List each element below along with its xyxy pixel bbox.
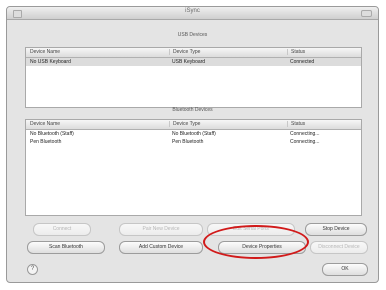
- usb-row-status: Connected: [290, 59, 315, 65]
- usb-device-table[interactable]: Device Name Device Type Status No USB Ke…: [25, 47, 362, 108]
- bt-row-name: Pen Bluetooth: [30, 139, 62, 145]
- help-icon[interactable]: ?: [27, 264, 38, 275]
- title-bar[interactable]: iSync: [7, 7, 378, 20]
- usb-row-name: No USB Keyboard: [30, 59, 71, 65]
- toolbar-toggle-icon[interactable]: [361, 10, 372, 17]
- bt-row-name: No Bluetooth (Staff): [30, 131, 74, 137]
- bt-row-type: Pen Bluetooth: [172, 139, 204, 145]
- table-row[interactable]: No USB Keyboard USB Keyboard Connected: [26, 58, 361, 66]
- table-row[interactable]: No Bluetooth (Staff) No Bluetooth (Staff…: [26, 130, 361, 138]
- bt-row-status: Connecting...: [290, 139, 320, 145]
- bt-header-name[interactable]: Device Name: [30, 121, 60, 127]
- add-custom-device-button[interactable]: Add Custom Device: [119, 241, 203, 254]
- bt-header-status[interactable]: Status: [287, 121, 305, 127]
- ok-button[interactable]: OK: [322, 263, 368, 276]
- device-window: iSync USB Devices Device Name Device Typ…: [6, 6, 379, 283]
- window-title: iSync: [185, 8, 200, 14]
- bluetooth-device-table[interactable]: Device Name Device Type Status No Blueto…: [25, 119, 362, 216]
- table-row[interactable]: Pen Bluetooth Pen Bluetooth Connecting..…: [26, 138, 361, 146]
- bluetooth-section-title: Bluetooth Devices: [172, 107, 213, 113]
- connect-button[interactable]: Connect: [33, 223, 91, 236]
- usb-header-status[interactable]: Status: [287, 49, 305, 55]
- bluetooth-table-header: Device Name Device Type Status: [26, 120, 361, 130]
- stop-device-button[interactable]: Stop Device: [305, 223, 367, 236]
- pair-device-button[interactable]: Pair New Device: [119, 223, 203, 236]
- usb-section-title: USB Devices: [177, 32, 208, 38]
- usb-header-type[interactable]: Device Type: [169, 49, 200, 55]
- highlight-circle: [203, 225, 309, 259]
- usb-header-name[interactable]: Device Name: [30, 49, 60, 55]
- disconnect-device-button[interactable]: Disconnect Device: [310, 241, 368, 254]
- bt-row-status: Connecting...: [290, 131, 320, 137]
- usb-table-header: Device Name Device Type Status: [26, 48, 361, 58]
- bt-header-type[interactable]: Device Type: [169, 121, 200, 127]
- bt-row-type: No Bluetooth (Staff): [172, 131, 216, 137]
- scan-bluetooth-button[interactable]: Scan Bluetooth: [27, 241, 105, 254]
- usb-row-type: USB Keyboard: [172, 59, 206, 65]
